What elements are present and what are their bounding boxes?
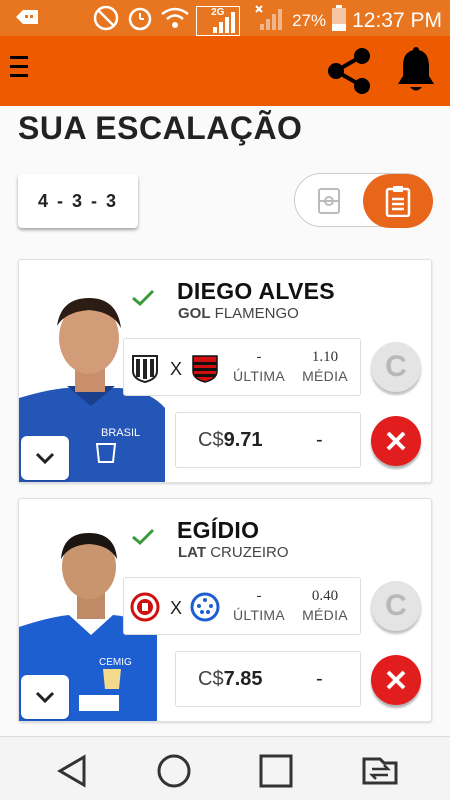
average-score-label: MÉDIA xyxy=(302,368,348,384)
view-toggle[interactable] xyxy=(294,173,433,228)
versus-label: X xyxy=(170,359,183,379)
price: C$7.85 xyxy=(198,668,263,691)
signal-2g-icon: 2G xyxy=(196,5,241,36)
expand-button[interactable] xyxy=(21,675,69,719)
price-variation: - xyxy=(316,429,323,451)
last-score-label: ÚLTIMA xyxy=(232,607,286,623)
wifi-icon xyxy=(160,6,190,35)
check-icon xyxy=(131,288,155,308)
status-bar: 2G 27% 12:37 PM xyxy=(0,0,450,36)
player-card: CEMIG EGÍDIO LAT CRUZEIRO X - ÚLTIMA 0.4… xyxy=(18,498,432,722)
price: C$9.71 xyxy=(198,429,263,452)
svg-text:BRASIL: BRASIL xyxy=(101,427,140,439)
ceara-badge xyxy=(130,353,160,384)
lineup-screen: SUA ESCALAÇÃO 4 - 3 - 3 BRASIL DIEGO ALV… xyxy=(0,106,450,736)
expand-button[interactable] xyxy=(21,436,69,480)
hamburger-menu-icon[interactable] xyxy=(10,56,30,82)
check-icon xyxy=(131,527,155,547)
close-icon xyxy=(386,670,406,690)
signal-sim2-icon xyxy=(246,4,286,37)
price-variation: - xyxy=(316,668,323,690)
price-info: C$7.85 - xyxy=(175,651,361,707)
player-position-team: GOL FLAMENGO xyxy=(178,305,299,322)
soccer-field-icon[interactable] xyxy=(315,188,343,214)
home-icon[interactable] xyxy=(154,751,194,791)
match-info: X - ÚLTIMA 1.10 MÉDIA xyxy=(123,338,361,396)
player-position: LAT xyxy=(178,544,207,561)
last-score-value: - xyxy=(256,349,262,365)
captain-button[interactable]: C xyxy=(371,581,421,631)
formation-button[interactable]: 4 - 3 - 3 xyxy=(18,174,138,228)
cruzeiro-badge xyxy=(190,592,220,622)
back-icon[interactable] xyxy=(52,751,92,791)
last-score-value: - xyxy=(256,588,262,604)
player-card: BRASIL DIEGO ALVES GOL FLAMENGO X - ÚLTI… xyxy=(18,259,432,483)
player-name: EGÍDIO xyxy=(177,517,260,543)
player-team: FLAMENGO xyxy=(214,305,299,322)
close-icon xyxy=(386,431,406,451)
price-value: 9.71 xyxy=(223,429,263,451)
price-info: C$9.71 - xyxy=(175,412,361,468)
bell-icon[interactable] xyxy=(394,46,438,96)
battery-percent: 27% xyxy=(292,10,327,30)
clipboard-list-icon[interactable] xyxy=(363,174,433,228)
recent-apps-icon[interactable] xyxy=(256,751,296,791)
internacional-badge xyxy=(130,592,160,622)
share-icon[interactable] xyxy=(322,44,376,98)
captain-button[interactable]: C xyxy=(371,342,421,392)
formation-label: 4 - 3 - 3 xyxy=(37,190,119,211)
average-score: 1.10 MÉDIA xyxy=(292,349,358,384)
remove-player-button[interactable] xyxy=(371,416,421,466)
player-position: GOL xyxy=(178,305,211,322)
currency-label: C$ xyxy=(198,429,224,451)
page-title: SUA ESCALAÇÃO xyxy=(18,110,303,146)
currency-label: C$ xyxy=(198,668,224,690)
price-value: 7.85 xyxy=(223,668,263,690)
match-info: X - ÚLTIMA 0.40 MÉDIA xyxy=(123,577,361,635)
player-name: DIEGO ALVES xyxy=(177,278,335,304)
battery-icon xyxy=(332,5,347,36)
mute-icon xyxy=(92,4,120,37)
app-bar xyxy=(0,36,450,106)
switch-sim-icon[interactable] xyxy=(358,751,402,791)
average-score-value: 1.10 xyxy=(311,349,339,365)
system-navigation-bar xyxy=(0,736,450,800)
player-team: CRUZEIRO xyxy=(210,544,289,561)
average-score-value: 0.40 xyxy=(311,588,339,604)
chevron-down-icon xyxy=(35,452,55,465)
notification-icon xyxy=(14,7,40,32)
last-score: - ÚLTIMA xyxy=(226,349,292,384)
average-score-label: MÉDIA xyxy=(302,607,348,623)
status-time: 12:37 PM xyxy=(352,8,442,32)
svg-text:CEMIG: CEMIG xyxy=(99,657,132,668)
alarm-icon xyxy=(126,4,154,37)
last-score-label: ÚLTIMA xyxy=(232,368,286,384)
average-score: 0.40 MÉDIA xyxy=(292,588,358,623)
remove-player-button[interactable] xyxy=(371,655,421,705)
player-position-team: LAT CRUZEIRO xyxy=(178,544,289,561)
chevron-down-icon xyxy=(35,691,55,704)
versus-label: X xyxy=(170,598,183,618)
last-score: - ÚLTIMA xyxy=(226,588,292,623)
flamengo-badge xyxy=(190,353,220,383)
